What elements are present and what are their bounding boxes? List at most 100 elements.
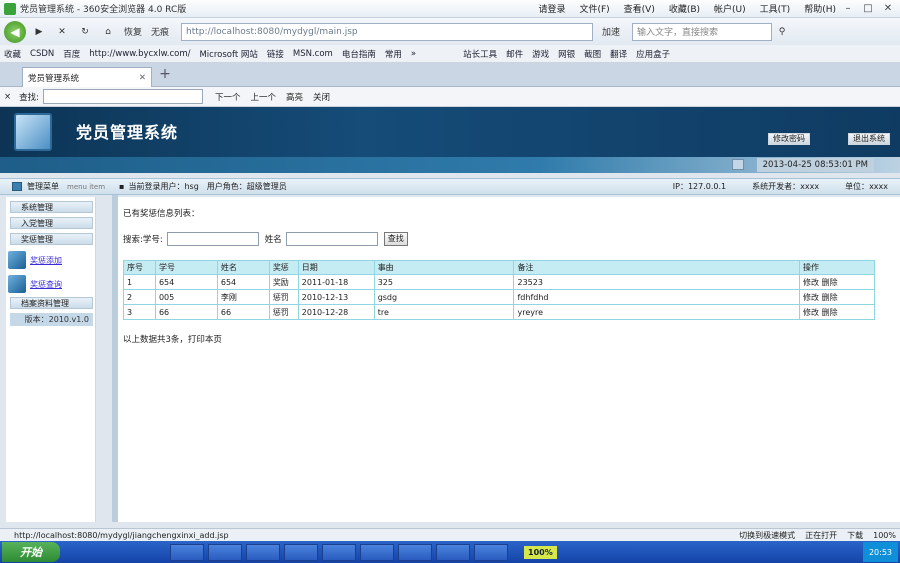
- menu-favorites[interactable]: 收藏(B): [669, 2, 700, 15]
- developer-label: 系统开发者：: [752, 182, 801, 191]
- sidebar-link-add[interactable]: 奖惩添加: [8, 251, 93, 269]
- stop-icon[interactable]: ✕: [52, 22, 72, 42]
- cell: 66: [154, 304, 218, 320]
- cell: 325: [373, 274, 515, 290]
- current-user-label: 当前登录用户：: [128, 182, 185, 191]
- cell: 李刚: [216, 289, 270, 305]
- search-icon[interactable]: ⚲: [772, 22, 792, 42]
- speed-mode-button[interactable]: 切换到极速模式: [739, 530, 795, 541]
- row-actions[interactable]: 修改 删除: [799, 274, 875, 290]
- taskbar-app[interactable]: [436, 543, 470, 561]
- status-url: http://localhost:8080/mydygl/jiangchengx…: [14, 530, 229, 540]
- accelerate-button[interactable]: 加速: [599, 22, 623, 42]
- fav-item[interactable]: 截图: [584, 48, 601, 60]
- row-actions[interactable]: 修改 删除: [799, 289, 875, 305]
- cell: 惩罚: [268, 289, 299, 305]
- start-button[interactable]: 开始: [2, 542, 60, 562]
- developer: xxxx: [800, 182, 820, 191]
- taskbar-app[interactable]: [474, 543, 508, 561]
- search-placeholder: 输入文字，直接搜索: [637, 28, 719, 38]
- find-close-icon[interactable]: ×: [4, 92, 11, 102]
- search-button[interactable]: 查找: [383, 232, 408, 246]
- refresh-icon[interactable]: ↻: [75, 22, 95, 42]
- row-actions[interactable]: 修改 删除: [799, 304, 875, 320]
- menu-account[interactable]: 帐户(U): [714, 2, 746, 15]
- sidebar-item-system[interactable]: 系统管理: [10, 201, 93, 213]
- taskbar-app[interactable]: [360, 543, 394, 561]
- info-bar: 管理菜单 menu item ▪ 当前登录用户： hsg 用户角色： 超级管理员…: [0, 178, 900, 195]
- find-prev-button[interactable]: 上一个: [251, 91, 277, 103]
- cell: 654: [216, 274, 270, 290]
- sidebar-item-reward[interactable]: 奖惩管理: [10, 233, 93, 245]
- taskbar-app[interactable]: [170, 543, 204, 561]
- col-header: 日期: [297, 260, 375, 275]
- cell: gsdg: [373, 289, 515, 305]
- col-header: 序号: [123, 260, 156, 275]
- tab-title: 党员管理系统: [28, 73, 80, 84]
- fav-item[interactable]: 网银: [558, 48, 575, 60]
- fav-item[interactable]: 百度: [63, 48, 80, 60]
- new-tab-icon[interactable]: +: [156, 66, 174, 84]
- fav-item[interactable]: 应用盒子: [636, 48, 670, 60]
- sidebar-item-join-party[interactable]: 入党管理: [10, 217, 93, 229]
- close-window-button[interactable]: ✕: [880, 2, 896, 16]
- maximize-button[interactable]: □: [860, 2, 876, 16]
- menu-file[interactable]: 文件(F): [579, 2, 609, 15]
- minimize-button[interactable]: –: [840, 2, 856, 16]
- name-input[interactable]: [285, 232, 378, 246]
- logout-button[interactable]: 退出系统: [848, 133, 890, 145]
- table-footer[interactable]: 以上数据共3条，打印本页: [123, 333, 222, 345]
- zoom-level[interactable]: 100%: [873, 531, 896, 540]
- taskbar-app[interactable]: [284, 543, 318, 561]
- download-button[interactable]: 下载: [847, 530, 863, 541]
- sidebar: 系统管理 入党管理 奖惩管理 奖惩添加 奖惩查询 档案资料管理 版本：2010.…: [6, 197, 96, 522]
- find-highlight-button[interactable]: 高亮: [286, 91, 303, 103]
- fav-item[interactable]: MSN.com: [293, 49, 333, 59]
- browser-navbar: ◀ ▶ ✕ ↻ ⌂ 恢复 无痕 http://localhost:8080/my…: [0, 18, 900, 45]
- find-next-button[interactable]: 下一个: [215, 91, 241, 103]
- reward-query-link[interactable]: 奖惩查询: [30, 279, 62, 290]
- menu-view[interactable]: 查看(V): [624, 2, 655, 15]
- table-row: 2 005 李刚 惩罚 2010-12-13 gsdg fdhfdhd 修改 删…: [123, 289, 875, 305]
- fav-item[interactable]: 翻译: [610, 48, 627, 60]
- find-close-button[interactable]: 关闭: [313, 91, 330, 103]
- taskbar-app[interactable]: [398, 543, 432, 561]
- forward-icon[interactable]: ▶: [29, 22, 49, 42]
- col-header: 姓名: [216, 260, 270, 275]
- change-password-button[interactable]: 修改密码: [768, 133, 810, 145]
- sidebar-item-archive[interactable]: 档案资料管理: [10, 297, 93, 309]
- home-icon[interactable]: ⌂: [98, 22, 118, 42]
- back-icon[interactable]: ◀: [4, 20, 26, 43]
- fav-item[interactable]: CSDN: [30, 49, 54, 59]
- tab-main[interactable]: 党员管理系统 ✕: [22, 67, 152, 87]
- fav-item[interactable]: 链接: [267, 48, 284, 60]
- fav-item[interactable]: 电台指南: [342, 48, 376, 60]
- taskbar-app[interactable]: [322, 543, 356, 561]
- fav-item[interactable]: 游戏: [532, 48, 549, 60]
- fav-more[interactable]: »: [411, 49, 416, 59]
- restore-button[interactable]: 恢复: [121, 22, 145, 42]
- sidebar-link-query[interactable]: 奖惩查询: [8, 275, 93, 293]
- fav-item[interactable]: 邮件: [506, 48, 523, 60]
- reward-add-link[interactable]: 奖惩添加: [30, 255, 62, 266]
- search-input[interactable]: 输入文字，直接搜索: [632, 22, 773, 41]
- menu-tools[interactable]: 工具(T): [760, 2, 791, 15]
- taskbar-app[interactable]: [208, 543, 242, 561]
- menu-login[interactable]: 请登录: [538, 2, 565, 15]
- fav-item[interactable]: Microsoft 网站: [199, 48, 257, 60]
- version-label: 版本：2010.v1.0: [10, 313, 93, 326]
- fav-item[interactable]: 站长工具: [463, 48, 497, 60]
- find-input[interactable]: [43, 89, 203, 104]
- address-bar[interactable]: http://localhost:8080/mydygl/main.jsp: [181, 22, 594, 41]
- student-id-input[interactable]: [166, 232, 259, 246]
- menu-help[interactable]: 帮助(H): [804, 2, 836, 15]
- incognito-button[interactable]: 无痕: [148, 22, 172, 42]
- cell: 005: [154, 289, 218, 305]
- fav-item[interactable]: 常用: [385, 48, 402, 60]
- cell: fdhfdhd: [513, 289, 801, 305]
- close-tab-icon[interactable]: ✕: [139, 73, 146, 83]
- taskbar-app[interactable]: [246, 543, 280, 561]
- favorites-bar: 收藏 CSDN 百度 http://www.bycxlw.com/ Micros…: [0, 45, 900, 63]
- fav-item[interactable]: http://www.bycxlw.com/: [89, 49, 190, 59]
- fav-item[interactable]: 收藏: [4, 48, 21, 60]
